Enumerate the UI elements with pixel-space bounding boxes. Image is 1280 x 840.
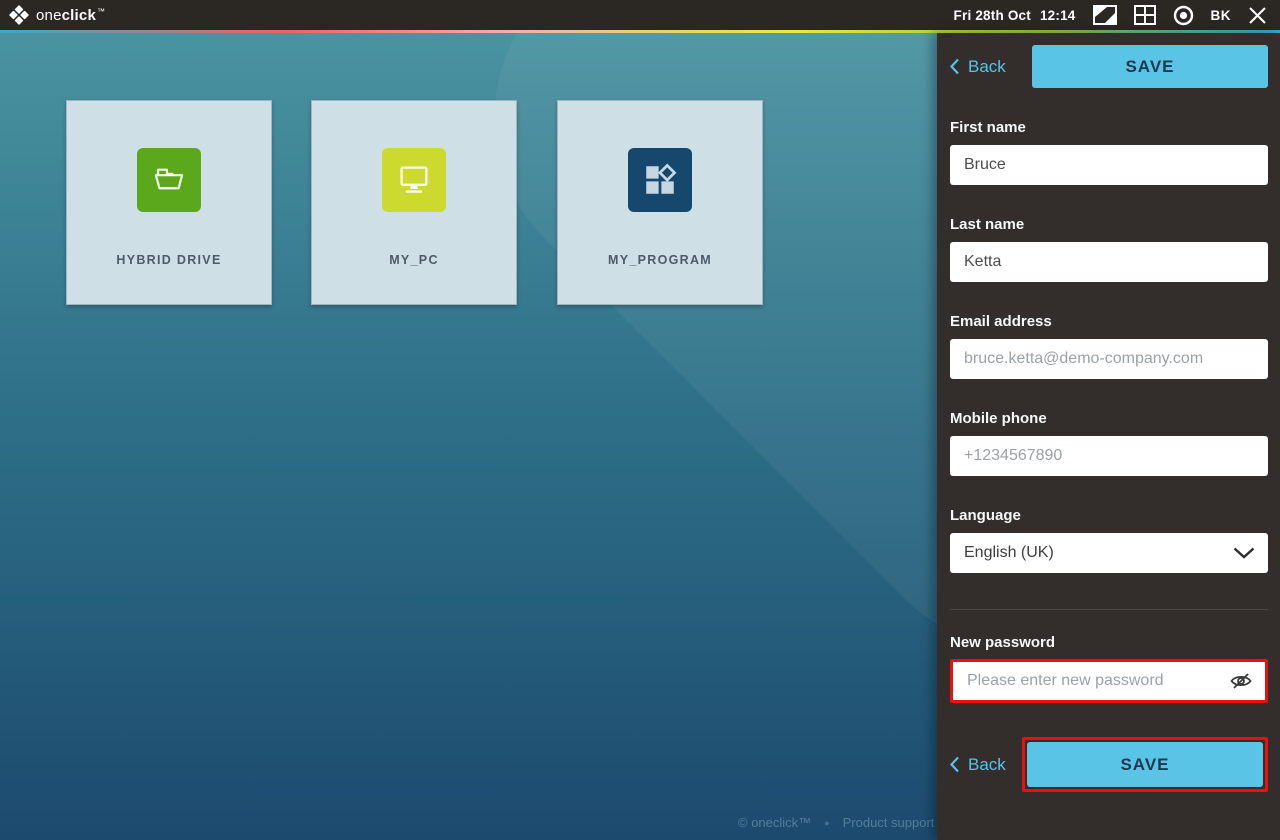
monitor-icon [382, 148, 446, 212]
footer-separator-dot: ● [824, 818, 829, 828]
new-password-label: New password [950, 634, 1268, 651]
record-icon[interactable] [1173, 5, 1194, 26]
user-initials-badge[interactable]: BK [1211, 8, 1232, 23]
screen-scale-icon[interactable] [1093, 5, 1117, 25]
eye-off-icon[interactable] [1225, 672, 1265, 690]
panel-actions: Back SAVE [950, 737, 1268, 792]
desktop-area: HYBRID DRIVE MY_PC MY_PROGRAM © oneclick… [0, 33, 937, 840]
tile-label: HYBRID DRIVE [116, 253, 221, 267]
oneclick-diamond-icon [9, 5, 29, 25]
back-button-top[interactable]: Back [950, 57, 1006, 77]
tile-label: MY_PROGRAM [608, 253, 712, 267]
back-button-bottom[interactable]: Back [950, 755, 1006, 775]
tile-my-pc[interactable]: MY_PC [311, 100, 517, 305]
language-selected-value: English (UK) [964, 544, 1054, 562]
save-button-bottom[interactable]: SAVE [1027, 742, 1263, 787]
top-bar: oneclick™ Fri 28th Oct 12:14 [0, 0, 1280, 30]
close-icon[interactable] [1248, 6, 1267, 25]
first-name-field[interactable] [950, 145, 1268, 185]
brand-logo: oneclick™ [0, 5, 105, 25]
email-field[interactable] [950, 339, 1268, 379]
tile-my-program[interactable]: MY_PROGRAM [557, 100, 763, 305]
annotation-highlight-password [950, 659, 1268, 703]
new-password-field[interactable] [953, 662, 1225, 700]
tile-label: MY_PC [389, 253, 439, 267]
section-divider [950, 609, 1268, 610]
annotation-highlight-save: SAVE [1022, 737, 1268, 792]
tile-hybrid-drive[interactable]: HYBRID DRIVE [66, 100, 272, 305]
clock: Fri 28th Oct 12:14 [954, 8, 1076, 23]
mobile-phone-field[interactable] [950, 436, 1268, 476]
chevron-left-icon [950, 756, 960, 773]
mobile-phone-label: Mobile phone [950, 410, 1268, 427]
panel-header: Back SAVE [950, 45, 1268, 88]
save-button-top[interactable]: SAVE [1032, 45, 1268, 88]
time-text: 12:14 [1040, 8, 1076, 23]
apps-icon [628, 148, 692, 212]
email-label: Email address [950, 313, 1268, 330]
copyright-text: © oneclick™ [738, 815, 811, 830]
first-name-label: First name [950, 119, 1268, 136]
chevron-left-icon [950, 58, 960, 75]
last-name-field[interactable] [950, 242, 1268, 282]
folder-icon [137, 148, 201, 212]
window-grid-icon[interactable] [1134, 5, 1156, 25]
last-name-label: Last name [950, 216, 1268, 233]
date-text: Fri 28th Oct [954, 8, 1031, 23]
page-footer: © oneclick™ ● Product support [738, 815, 934, 830]
profile-settings-panel: Back SAVE First name Last name Email add… [937, 33, 1280, 840]
language-select[interactable]: English (UK) [950, 533, 1268, 573]
language-label: Language [950, 507, 1268, 524]
chevron-down-icon [1233, 547, 1255, 559]
brand-name: oneclick™ [36, 7, 105, 24]
product-support-link[interactable]: Product support [843, 815, 935, 830]
